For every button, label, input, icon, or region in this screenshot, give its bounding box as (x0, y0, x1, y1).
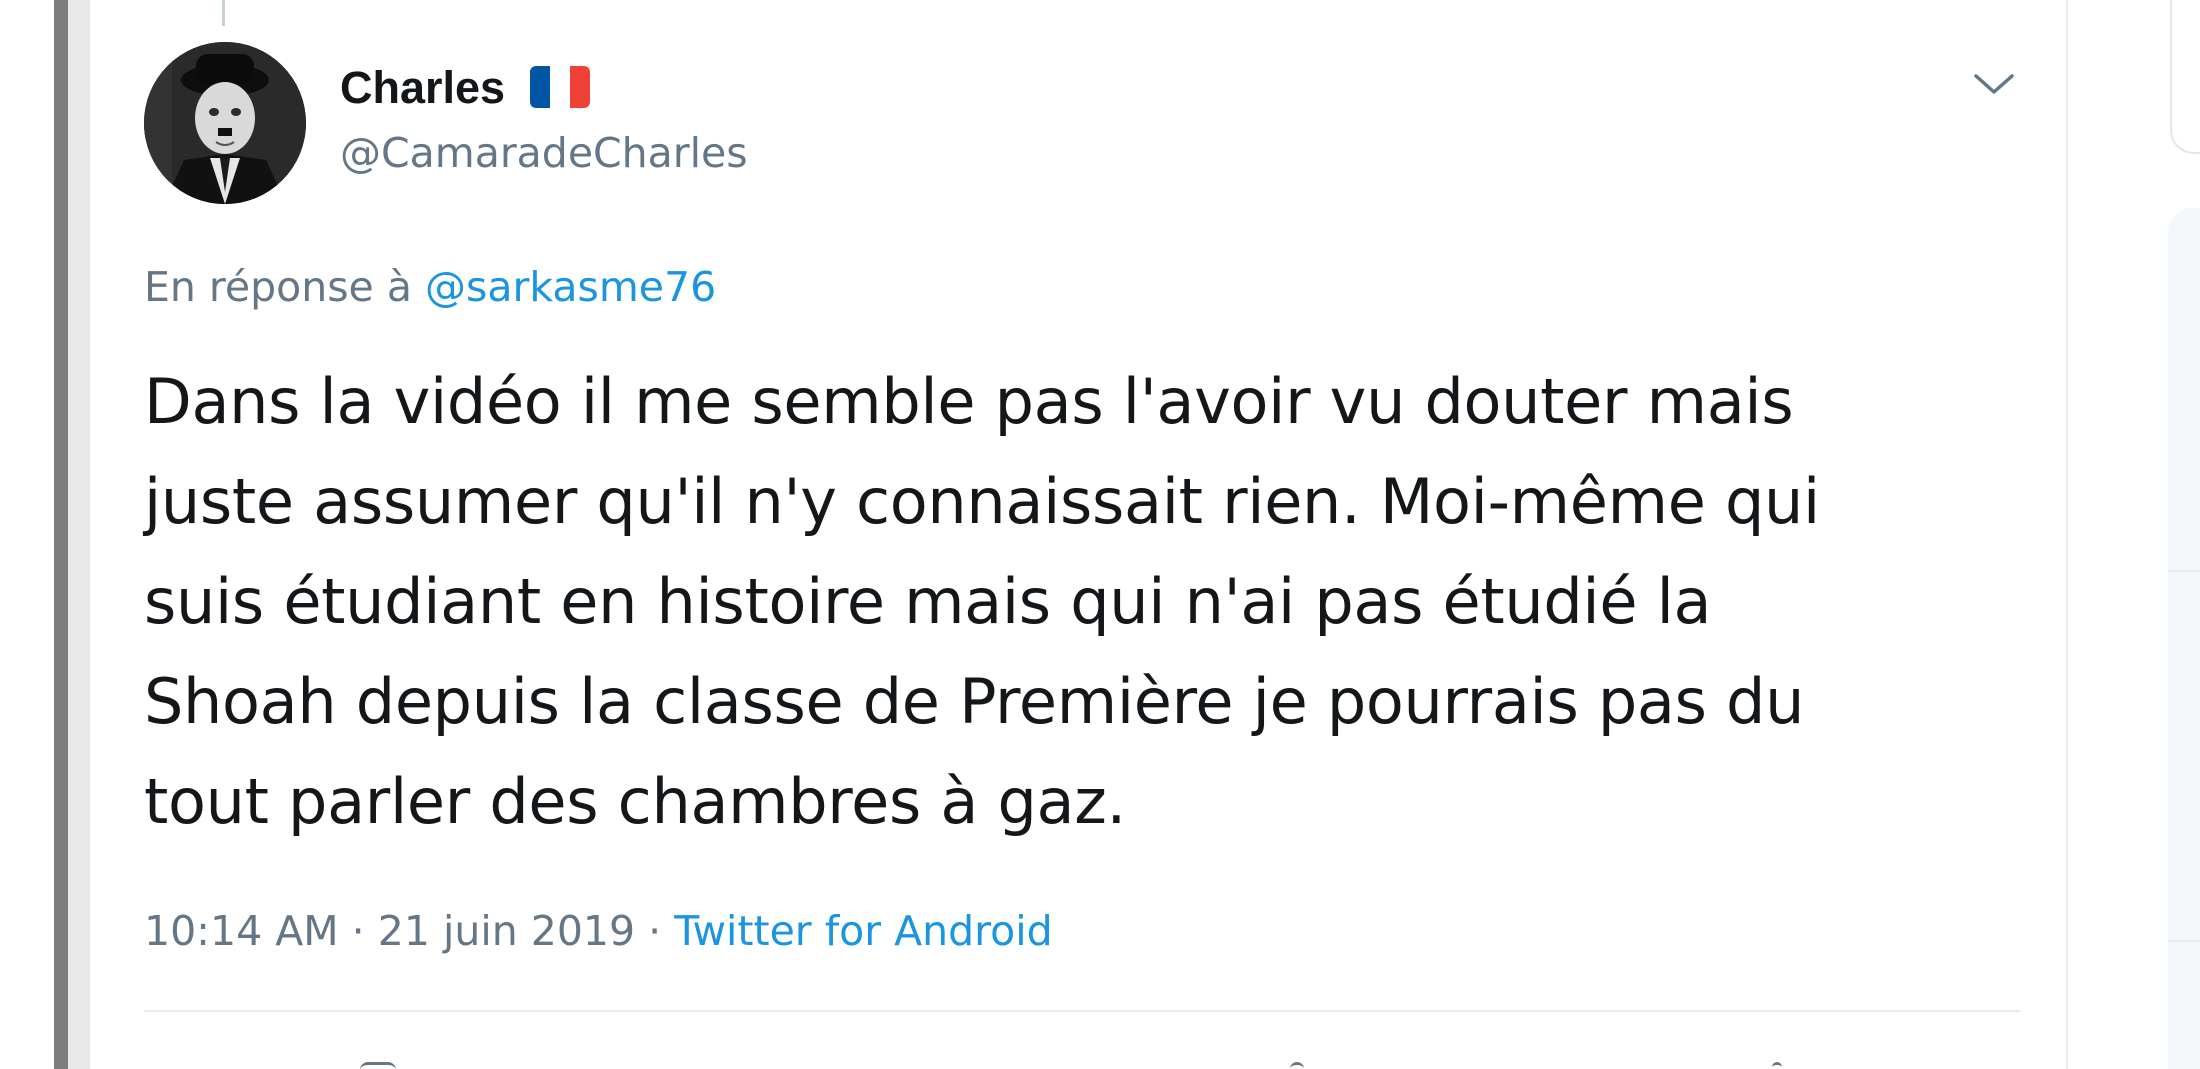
tweet-text-line: tout parler des chambres à gaz. (144, 765, 1126, 838)
more-options-button[interactable] (1972, 60, 2016, 104)
tweet-meta: 10:14 AM · 21 juin 2019 · Twitter for An… (144, 902, 1053, 960)
tweet-time[interactable]: 10:14 AM (144, 907, 339, 955)
meta-separator: · (648, 907, 662, 955)
left-gutter (68, 0, 90, 1069)
tweet-text-line: juste assumer qu'il n'y connaissait rien… (144, 465, 1820, 538)
meta-separator: · (351, 907, 365, 955)
tweet-text-line: suis étudiant en histoire mais qui n'ai … (144, 565, 1712, 638)
divider (144, 1010, 2020, 1012)
french-flag-icon (530, 66, 590, 108)
flag-stripe-blue (530, 66, 550, 108)
reply-target-link[interactable]: @sarkasme76 (425, 263, 716, 311)
tweet-text: Dans la vidéo il me semble pas l'avoir v… (144, 352, 2014, 852)
action-bar-partial (0, 1050, 2200, 1069)
panel-divider (2168, 940, 2200, 942)
panel-divider (2168, 570, 2200, 572)
page: Charles @CamaradeCharles En réponse à @s… (0, 0, 2200, 1069)
user-handle[interactable]: @CamaradeCharles (340, 125, 748, 181)
reply-prefix: En réponse à (144, 263, 412, 311)
avatar[interactable] (144, 42, 306, 204)
tweet-text-line: Dans la vidéo il me semble pas l'avoir v… (144, 365, 1794, 438)
tweet-text-line: Shoah depuis la classe de Première je po… (144, 665, 1805, 738)
tweet-source-link[interactable]: Twitter for Android (674, 907, 1052, 955)
left-edge (0, 0, 56, 1069)
reply-context: En réponse à @sarkasme76 (144, 258, 716, 316)
avatar-image-icon (144, 42, 306, 204)
chevron-down-icon (1974, 74, 2014, 94)
tweet-date[interactable]: 21 juin 2019 (378, 907, 635, 955)
flag-stripe-white (550, 66, 570, 108)
retweet-icon[interactable] (1290, 1062, 1304, 1069)
scroll-edge (54, 0, 68, 1069)
flag-stripe-red (570, 66, 590, 108)
display-name[interactable]: Charles (340, 58, 505, 118)
search-box-fragment[interactable] (2170, 0, 2200, 154)
thread-connector (222, 0, 225, 26)
like-icon[interactable] (1772, 1062, 1782, 1069)
reply-icon[interactable] (360, 1062, 396, 1069)
